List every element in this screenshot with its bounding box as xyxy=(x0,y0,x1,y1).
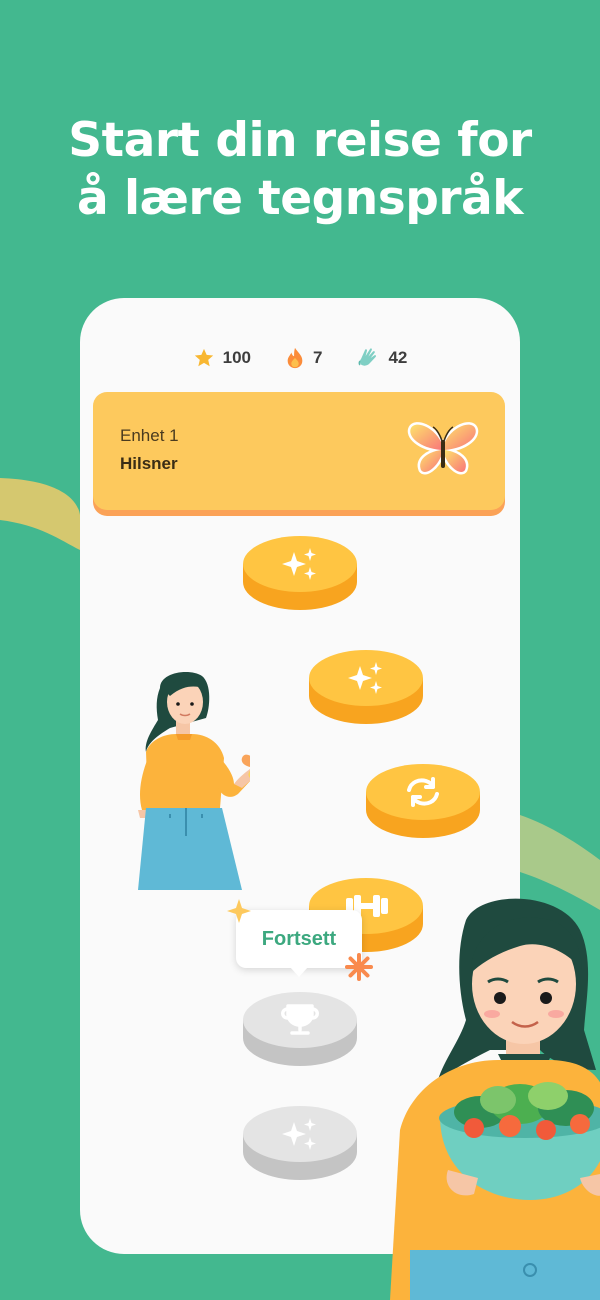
continue-tooltip-label: Fortsett xyxy=(261,927,337,950)
lesson-node-1[interactable] xyxy=(242,534,358,614)
stat-streak[interactable]: 7 xyxy=(285,346,322,370)
stat-stars[interactable]: 100 xyxy=(193,346,251,370)
girl-with-butterfly-illustration xyxy=(130,668,250,890)
unit-card[interactable]: Enhet 1 Hilsner xyxy=(93,392,505,510)
headline-line-2: å lære tegnspråk xyxy=(76,171,524,226)
flame-icon xyxy=(287,347,303,369)
sparkle-icon xyxy=(227,899,251,923)
lesson-node-3[interactable] xyxy=(365,762,481,842)
star-icon xyxy=(194,348,213,367)
headline: Start din reise for å lære tegnspråk xyxy=(0,112,600,228)
trophy-node xyxy=(243,992,357,1066)
unit-name: Hilsner xyxy=(120,454,178,473)
stat-stars-value: 100 xyxy=(222,348,251,367)
unit-number: Enhet 1 xyxy=(120,426,179,445)
headline-line-1: Start din reise for xyxy=(68,113,532,168)
hand-icon xyxy=(358,348,377,366)
stat-signs-value: 42 xyxy=(388,348,408,367)
stat-signs[interactable]: 42 xyxy=(356,346,407,370)
girl-with-salad-illustration xyxy=(390,898,600,1300)
locked-node xyxy=(243,1106,357,1180)
butterfly-icon xyxy=(407,422,479,475)
lesson-node-2[interactable] xyxy=(308,648,424,728)
stats-bar: 100 7 42 xyxy=(80,346,520,370)
stat-streak-value: 7 xyxy=(312,348,323,367)
